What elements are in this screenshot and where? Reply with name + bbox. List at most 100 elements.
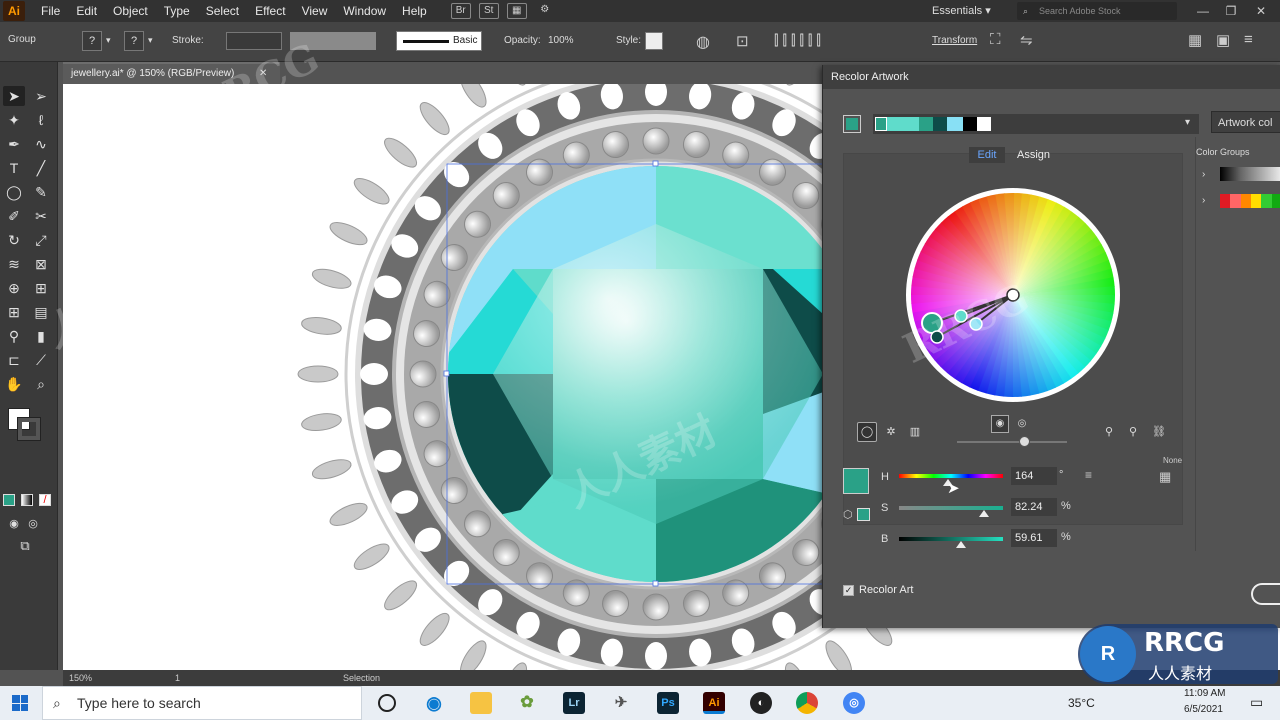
graphic-style-swatch[interactable] — [645, 32, 663, 50]
tab-edit[interactable]: Edit — [969, 147, 1005, 163]
show-saturation-icon[interactable]: ◉ — [991, 415, 1009, 433]
clock-time[interactable]: 11:09 AM — [1184, 688, 1226, 699]
maximize-icon[interactable]: ❐ — [1218, 2, 1244, 20]
menu-view[interactable]: View — [302, 4, 328, 18]
chevron-down-icon[interactable]: ▾ — [1185, 117, 1190, 128]
brightness-slider-thumb[interactable] — [956, 541, 966, 548]
brightness-slider[interactable] — [899, 537, 1003, 541]
graph-tool-icon[interactable]: ▮ — [30, 326, 52, 346]
variable-width-profile[interactable] — [290, 32, 376, 50]
harmony-color-bar[interactable] — [873, 114, 1199, 134]
recolor-art-checkbox[interactable]: ✓ — [843, 585, 854, 596]
smooth-wheel-icon[interactable]: ◯ — [857, 422, 877, 442]
strip-swatch[interactable] — [947, 117, 963, 131]
recolor-artwork-icon[interactable]: ◍ — [696, 32, 710, 52]
brightness-input[interactable]: 59.61 — [1011, 529, 1057, 547]
layout-icon[interactable]: ▣ — [1216, 31, 1230, 49]
temperature[interactable]: 35°C — [1068, 696, 1095, 710]
color-bars-icon[interactable]: ▥ — [905, 422, 925, 442]
opacity-value[interactable]: 100% — [548, 35, 574, 46]
arrange-documents-icon[interactable]: ▦ — [506, 3, 527, 19]
base-color-handle[interactable] — [921, 312, 943, 334]
stroke-color-button[interactable]: ? — [124, 31, 144, 51]
none-mode-icon[interactable]: / — [39, 494, 51, 506]
zoom-level[interactable]: 150% — [69, 673, 92, 683]
expand-icon[interactable]: › — [1202, 195, 1205, 206]
strip-swatch[interactable] — [875, 117, 887, 131]
panel-menu-icon[interactable]: ≡ — [1244, 31, 1253, 48]
gradient-tool-icon[interactable]: ▤ — [30, 302, 52, 322]
screen-mode-icon[interactable]: ⧉ — [14, 536, 36, 556]
pen-tool-icon[interactable]: ✒ — [3, 134, 25, 154]
brightness-slider-thumb[interactable] — [1019, 436, 1030, 447]
color-mode-icon[interactable] — [3, 494, 15, 506]
close-tab-icon[interactable]: ✕ — [259, 64, 267, 84]
arrange-icon[interactable]: ▦ — [1188, 31, 1202, 49]
gpu-performance-icon[interactable]: ⚙ — [535, 3, 555, 19]
active-color-swatch[interactable] — [843, 115, 861, 133]
bridge-icon[interactable]: Br — [450, 3, 471, 19]
minimize-icon[interactable]: — — [1190, 2, 1216, 20]
link-harmony-icon[interactable]: ⛓ — [1149, 422, 1169, 442]
app-icon[interactable]: ✈ — [610, 692, 632, 714]
white-color-handle[interactable] — [1006, 288, 1020, 302]
close-icon[interactable]: ✕ — [1248, 2, 1274, 20]
workspace-switcher[interactable]: Essentials ▾ — [932, 2, 1002, 20]
chevron-down-icon[interactable]: ▾ — [148, 35, 153, 46]
grayscale-group[interactable] — [1220, 167, 1280, 181]
color-handle[interactable] — [969, 317, 983, 331]
curvature-tool-icon[interactable]: ∿ — [30, 134, 52, 154]
expand-icon[interactable]: › — [1202, 169, 1205, 180]
strip-swatch[interactable] — [919, 117, 933, 131]
shaper-tool-icon[interactable]: ✐ — [3, 206, 25, 226]
slider-menu-icon[interactable]: ≡ — [1085, 468, 1092, 482]
eyedropper-tool-icon[interactable]: ⚲ — [3, 326, 25, 346]
cube-icon[interactable]: ⬡ — [843, 508, 853, 521]
zoom-tool-icon[interactable]: ⌕ — [30, 374, 52, 394]
stock-icon[interactable]: St — [478, 3, 499, 19]
current-color-swatch[interactable] — [843, 468, 869, 494]
hand-tool-icon[interactable]: ✋ — [3, 374, 25, 394]
color-wheel[interactable] — [903, 185, 1123, 405]
shape-builder-tool-icon[interactable]: ⊕ — [3, 278, 25, 298]
menu-select[interactable]: Select — [206, 4, 239, 18]
isolate-icon[interactable]: ⛶ — [990, 31, 1001, 48]
edge-icon[interactable]: ◉ — [423, 692, 445, 714]
clock-date[interactable]: 6/5/2021 — [1184, 704, 1223, 715]
rainbow-group[interactable] — [1220, 194, 1280, 208]
obs-icon[interactable]: ◐ — [750, 692, 772, 714]
ellipse-tool-icon[interactable]: ◯ — [3, 182, 25, 202]
stroke-swatch[interactable] — [17, 417, 41, 441]
color-table-icon[interactable]: ▦ — [1159, 469, 1171, 485]
strip-swatch[interactable] — [887, 117, 919, 131]
menu-edit[interactable]: Edit — [76, 4, 97, 18]
mesh-tool-icon[interactable]: ⊞ — [3, 302, 25, 322]
illustrator-icon[interactable]: Ai — [703, 692, 725, 714]
stroke-weight-field[interactable] — [226, 32, 282, 50]
strip-swatch[interactable] — [977, 117, 991, 131]
align-icons[interactable]: ⫿⫿⫿⫿⫿⫿ — [774, 32, 825, 49]
lightroom-icon[interactable]: Lr — [563, 692, 585, 714]
paintbrush-tool-icon[interactable]: ✎ — [30, 182, 52, 202]
perspective-grid-tool-icon[interactable]: ⊞ — [30, 278, 52, 298]
hue-slider[interactable] — [899, 474, 1003, 478]
out-of-gamut-swatch[interactable] — [857, 508, 870, 521]
tab-assign[interactable]: Assign — [1017, 147, 1057, 163]
start-icon[interactable] — [12, 695, 28, 711]
file-explorer-icon[interactable] — [470, 692, 492, 714]
handle-bottom[interactable] — [652, 580, 659, 587]
remove-color-tool-icon[interactable]: ⚲ — [1123, 422, 1143, 442]
handle-left[interactable] — [443, 370, 450, 377]
magic-wand-tool-icon[interactable]: ✦ — [3, 110, 25, 130]
segmented-wheel-icon[interactable]: ✲ — [881, 422, 901, 442]
photoshop-icon[interactable]: Ps — [657, 692, 679, 714]
width-tool-icon[interactable]: ≋ — [3, 254, 25, 274]
scissors-tool-icon[interactable]: ✂ — [30, 206, 52, 226]
search-stock-input[interactable]: ⌕ Search Adobe Stock — [1017, 2, 1177, 20]
artboard-number[interactable]: 1 — [175, 673, 180, 683]
chevron-down-icon[interactable]: ▾ — [106, 35, 111, 46]
taskbar-search-box[interactable]: ⌕ Type here to search — [42, 686, 362, 720]
line-tool-icon[interactable]: ╱ — [30, 158, 52, 178]
strip-swatch[interactable] — [963, 117, 977, 131]
reflect-icon[interactable]: ⇋ — [1020, 31, 1033, 49]
